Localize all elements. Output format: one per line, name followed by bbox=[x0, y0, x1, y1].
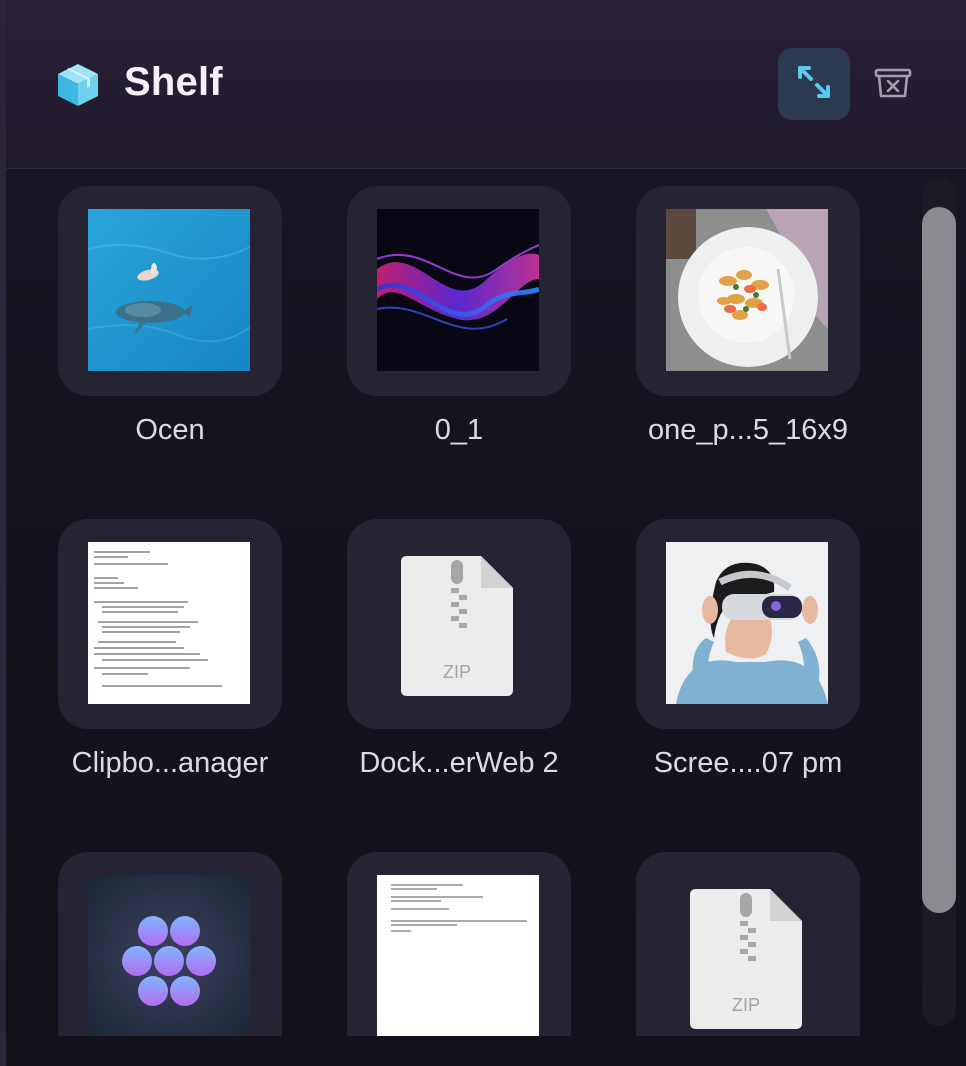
ocean-whale-thumbnail bbox=[88, 209, 250, 371]
expand-button[interactable] bbox=[778, 48, 850, 120]
item-tile[interactable] bbox=[58, 186, 282, 396]
clear-shelf-button[interactable] bbox=[872, 64, 914, 106]
item-tile[interactable] bbox=[58, 519, 282, 729]
item-label: Dock...erWeb 2 bbox=[359, 747, 559, 779]
expand-arrows-icon bbox=[796, 64, 832, 105]
zip-archive-icon: ZIP bbox=[666, 875, 828, 1036]
clear-shelf-tray-icon bbox=[874, 67, 912, 104]
bottom-edge bbox=[6, 1036, 966, 1066]
item-label: Scree....07 pm bbox=[653, 747, 843, 779]
pasta-plate-thumbnail bbox=[666, 209, 828, 371]
item-tile[interactable] bbox=[347, 852, 571, 1036]
zip-badge: ZIP bbox=[732, 995, 760, 1015]
item-tile[interactable] bbox=[636, 519, 860, 729]
zip-archive-icon: ZIP bbox=[377, 542, 539, 704]
item-label: one_p...5_16x9 bbox=[648, 414, 848, 446]
abstract-wave-thumbnail bbox=[377, 209, 539, 371]
item-tile[interactable] bbox=[347, 186, 571, 396]
item-tile[interactable] bbox=[636, 186, 860, 396]
item-tile[interactable] bbox=[58, 852, 282, 1036]
shelf-window: Shelf Ocen 0_1 one_p...5_16x9 Clipbo...a… bbox=[0, 0, 966, 1066]
scrollbar-thumb[interactable] bbox=[922, 207, 956, 913]
header-bar: Shelf bbox=[6, 0, 966, 169]
item-label: Clipbo...anager bbox=[71, 747, 269, 779]
text-document-thumbnail bbox=[377, 875, 539, 1036]
package-box-icon bbox=[55, 62, 101, 108]
item-tile[interactable]: ZIP bbox=[636, 852, 860, 1036]
item-label: 0_1 bbox=[434, 414, 484, 446]
vr-headset-person-thumbnail bbox=[666, 542, 828, 704]
purple-dots-app-thumbnail bbox=[88, 875, 250, 1036]
shelf-grid: Ocen 0_1 one_p...5_16x9 Clipbo...anager … bbox=[6, 168, 906, 1036]
app-title: Shelf bbox=[124, 60, 223, 104]
text-document-thumbnail bbox=[88, 542, 250, 704]
item-tile[interactable]: ZIP bbox=[347, 519, 571, 729]
zip-badge: ZIP bbox=[443, 662, 471, 682]
item-label: Ocen bbox=[135, 414, 205, 446]
